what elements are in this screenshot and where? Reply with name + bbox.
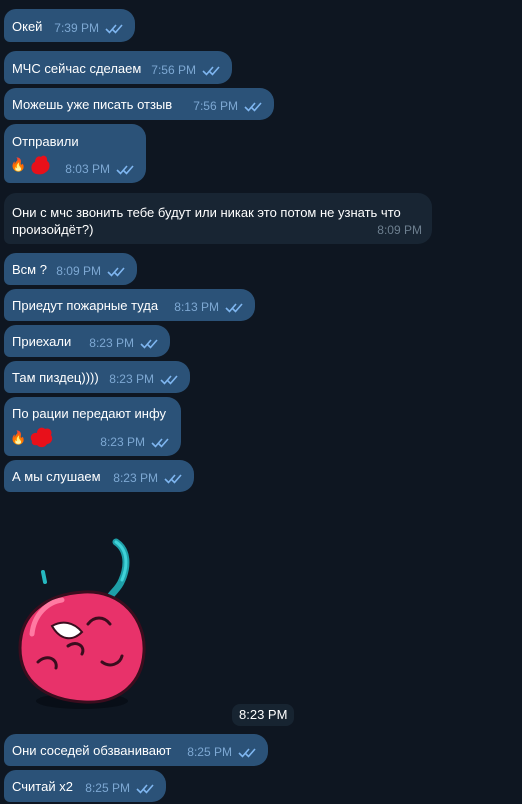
message-text: По рации передают инфу [12,406,167,421]
reaction[interactable]: 🔥 [10,153,56,175]
double-check-icon [238,748,256,758]
message-meta: 7:39 PM [54,20,123,37]
message-bubble[interactable]: Всм ? 8:09 PM [4,253,137,285]
message-time: 7:56 PM [151,63,196,77]
message-meta: 8:23 PM [113,470,182,487]
message-meta: 8:23 PM [100,434,169,451]
fire-emoji-icon: 🔥 [10,156,27,172]
message-meta: 8:25 PM [85,780,154,797]
message-text: Приехали [12,334,72,349]
message-meta: 7:56 PM [193,98,262,115]
message-text: Можешь уже писать отзыв [12,97,173,112]
message-bubble[interactable]: Можешь уже писать отзыв 7:56 PM [4,88,274,120]
message-bubble[interactable]: Приедут пожарные туда 8:13 PM [4,289,255,321]
message-time: 8:25 PM [187,745,232,759]
message-time: 8:03 PM [65,162,110,176]
message-text: Там пиздец)))) [12,370,99,385]
message-time: 8:23 PM [113,471,158,485]
double-check-icon [202,66,220,76]
message-text: А мы слушаем [12,469,101,484]
message-text: Отправили [12,134,79,149]
double-check-icon [140,339,158,349]
double-check-icon [105,24,123,34]
double-check-icon [164,474,182,484]
double-check-icon [225,303,243,313]
message-text: Они соседей обзванивают [12,743,172,758]
message-bubble[interactable]: Там пиздец)))) 8:23 PM [4,361,190,393]
message-meta: 8:13 PM [174,299,243,316]
sticker-time: 8:23 PM [232,704,295,726]
message-time: 8:23 PM [109,372,154,386]
message-text: Окей [12,19,43,34]
message-time: 7:39 PM [54,21,99,35]
message-bubble[interactable]: По рации передают инфу 🔥 8:23 PM [4,397,181,456]
fire-emoji-icon: 🔥 [10,429,27,445]
double-check-icon [160,375,178,385]
message-time: 8:09 PM [56,264,101,278]
message-bubble[interactable]: МЧС сейчас сделаем 7:56 PM [4,51,232,84]
message-time: 8:13 PM [174,300,219,314]
message-bubble[interactable]: Они соседей обзванивают 8:25 PM [4,734,268,766]
message-time: 7:56 PM [193,99,238,113]
message-time: 8:23 PM [89,336,134,350]
message-time: 8:23 PM [100,435,145,449]
message-time: 8:09 PM [377,223,422,237]
message-text: Они с мчс звонить тебе будут или никак э… [12,205,401,237]
message-meta: 8:03 PM [65,161,134,178]
message-meta: 8:23 PM [109,371,178,388]
message-meta: 8:25 PM [187,744,256,761]
message-time: 8:25 PM [85,781,130,795]
chat-history[interactable]: Окей 7:39 PM МЧС сейчас сделаем 7:56 PM … [0,0,522,804]
reaction[interactable]: 🔥 [10,426,56,448]
message-text: Считай x2 [12,779,73,794]
double-check-icon [136,784,154,794]
message-bubble[interactable]: Считай x2 8:25 PM [4,770,166,802]
message-text: Приедут пожарные туда [12,298,159,313]
cherry-sticker-icon[interactable] [12,536,152,712]
message-meta: 8:09 PM [56,263,125,280]
double-check-icon [151,438,169,448]
message-bubble[interactable]: Приехали 8:23 PM [4,325,170,357]
message-bubble-incoming[interactable]: Они с мчс звонить тебе будут или никак э… [4,193,432,244]
message-meta: 8:09 PM [377,222,422,239]
message-bubble[interactable]: Окей 7:39 PM [4,9,135,42]
red-blob-icon [30,427,53,448]
message-bubble[interactable]: Отправили 🔥 8:03 PM [4,124,146,183]
message-meta: 7:56 PM [151,62,220,79]
double-check-icon [116,165,134,175]
red-blob-icon [31,155,50,175]
message-bubble[interactable]: А мы слушаем 8:23 PM [4,460,194,492]
double-check-icon [107,267,125,277]
message-text: Всм ? [12,262,47,277]
double-check-icon [244,102,262,112]
message-text: МЧС сейчас сделаем [12,61,142,76]
message-meta: 8:23 PM [89,335,158,352]
